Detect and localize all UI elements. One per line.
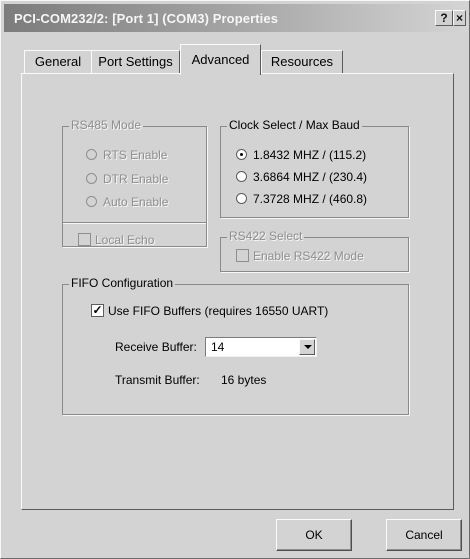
rs485-mode-title: RS485 Mode [69,118,144,132]
local-echo-checkbox [78,233,91,246]
cancel-button[interactable]: Cancel [386,519,462,551]
window-title: PCI-COM232/2: [Port 1] (COM3) Properties [14,11,279,26]
transmit-buffer-value: 16 bytes [221,373,267,387]
use-fifo-label: Use FIFO Buffers (requires 16550 UART) [108,304,329,318]
tab-advanced[interactable]: Advanced [180,44,261,75]
receive-buffer-label: Receive Buffer: [115,340,197,354]
rts-label: RTS Enable [103,148,168,162]
advanced-tab-panel: RS485 Mode RTS Enable DTR Enable Auto En… [21,73,454,510]
fifo-configuration-title: FIFO Configuration [69,276,176,290]
properties-dialog: PCI-COM232/2: [Port 1] (COM3) Properties… [0,0,470,559]
clock-option-3-label: 7.3728 MHZ / (460.8) [253,192,368,206]
tab-general[interactable]: General [24,50,92,74]
use-fifo-checkbox[interactable]: ✓ [91,304,104,317]
dtr-label: DTR Enable [103,172,169,186]
local-echo-label: Local Echo [95,233,155,247]
help-icon[interactable]: ? [435,10,453,26]
transmit-buffer-label: Transmit Buffer: [115,373,200,387]
receive-buffer-value: 14 [211,340,225,354]
ok-button[interactable]: OK [276,519,352,551]
dtr-radio [86,173,97,184]
clock-option-2-radio[interactable] [236,171,247,182]
selected-dot-icon [240,153,243,156]
rs485-mode-group: RS485 Mode RTS Enable DTR Enable Auto En… [62,118,207,247]
rs422-label: Enable RS422 Mode [253,249,364,263]
close-icon[interactable]: × [453,10,466,26]
clock-option-3-radio[interactable] [236,193,247,204]
clock-option-2-label: 3.6864 MHZ / (230.4) [253,170,368,184]
tab-resources[interactable]: Resources [261,50,343,74]
auto-radio [86,196,97,207]
chevron-down-icon[interactable] [299,339,315,355]
clock-select-title: Clock Select / Max Baud [227,118,362,132]
rs422-select-group: RS422 Select Enable RS422 Mode [220,229,409,272]
rts-radio [86,149,97,160]
receive-buffer-dropdown[interactable]: 14 [205,337,317,357]
auto-label: Auto Enable [103,195,169,209]
rs485-divider [63,222,206,223]
title-bar[interactable]: PCI-COM232/2: [Port 1] (COM3) Properties… [4,4,466,32]
clock-option-1-radio[interactable] [236,149,247,160]
rs422-checkbox [236,249,249,262]
clock-option-1-label: 1.8432 MHZ / (115.2) [253,148,367,162]
clock-select-group: Clock Select / Max Baud 1.8432 MHZ / (11… [220,118,409,218]
tab-port-settings[interactable]: Port Settings [91,50,180,74]
rs422-select-title: RS422 Select [227,229,305,243]
